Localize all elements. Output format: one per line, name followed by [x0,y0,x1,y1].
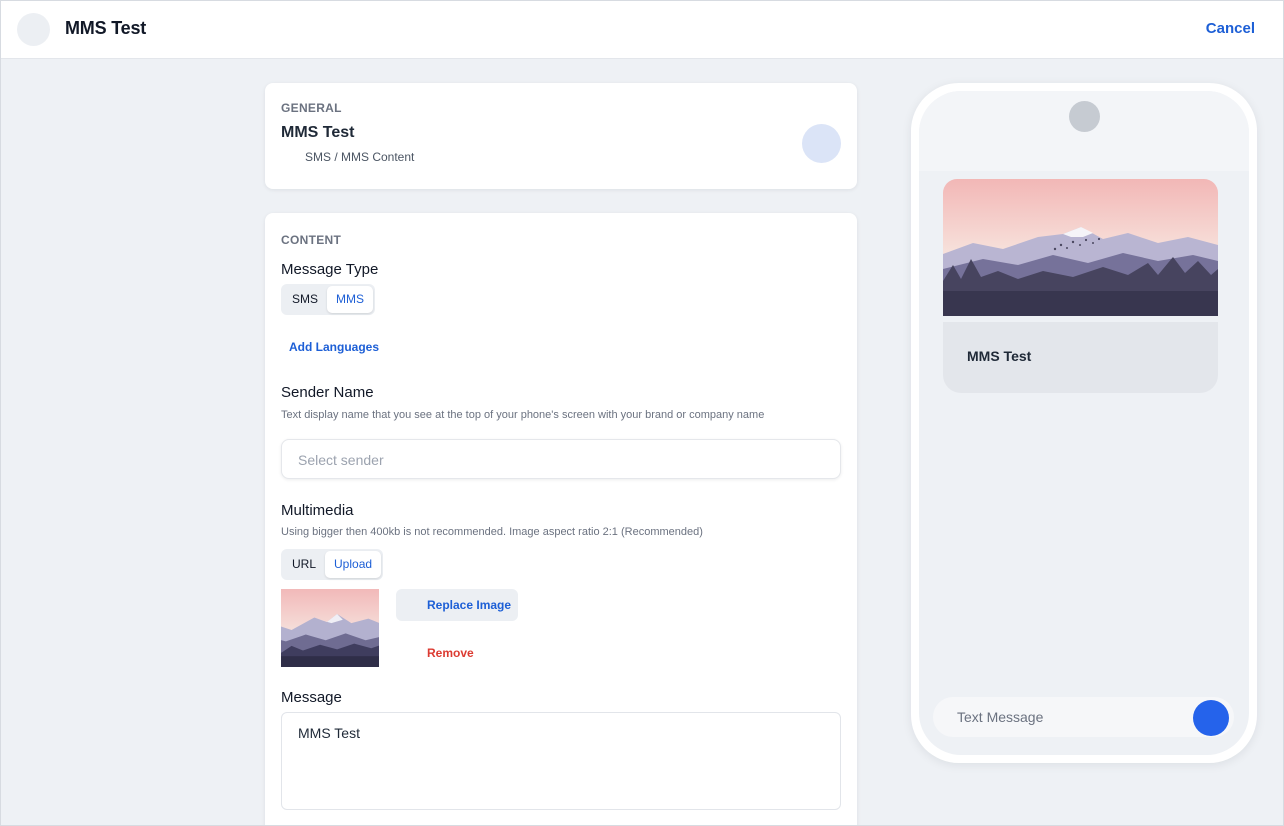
multimedia-hint: Using bigger then 400kb is not recommend… [281,526,703,538]
phone-screen: MMS Test Text Message [919,91,1249,755]
mms-preview-image [943,179,1218,316]
multimedia-url-tab[interactable]: URL [283,551,325,578]
contact-avatar [1069,101,1100,132]
content-type-label: SMS / MMS Content [305,150,415,164]
content-section-label: CONTENT [281,233,342,247]
remove-image-button[interactable]: Remove [427,646,474,660]
content-card: CONTENT Message Type SMS MMS Add Languag… [265,213,857,825]
multimedia-source-toggle: URL Upload [281,549,384,580]
back-button[interactable] [17,13,50,46]
cancel-button[interactable]: Cancel [1206,20,1255,37]
add-languages-link[interactable]: Add Languages [289,340,379,354]
message-type-toggle: SMS MMS [281,284,376,315]
phone-header [919,91,1249,171]
message-textarea[interactable]: MMS Test [281,712,841,810]
page-title: MMS Test [65,18,147,38]
replace-image-button[interactable]: Replace Image [396,589,518,621]
compose-bar: Text Message [933,697,1234,737]
general-card: GENERAL MMS Test SMS / MMS Content [265,83,857,189]
send-button[interactable] [1193,700,1229,736]
multimedia-upload-tab[interactable]: Upload [325,551,382,578]
multimedia-label: Multimedia [281,502,354,519]
phone-preview: MMS Test Text Message [911,83,1257,763]
message-type-sms[interactable]: SMS [283,286,327,313]
top-bar: MMS Test Cancel [1,1,1283,59]
message-type-mms[interactable]: MMS [327,286,374,313]
message-bubble: MMS Test [943,322,1218,393]
sender-select[interactable]: Select sender [281,439,841,479]
content-name: MMS Test [281,124,355,141]
sender-name-hint: Text display name that you see at the to… [281,409,765,421]
sender-name-label: Sender Name [281,384,374,401]
general-section-label: GENERAL [281,101,342,115]
message-label: Message [281,689,342,706]
uploaded-image-thumbnail [281,589,379,667]
message-type-label: Message Type [281,261,379,278]
content-icon[interactable] [802,124,841,163]
text-message-input[interactable]: Text Message [957,709,1043,725]
app-frame: MMS Test Cancel GENERAL MMS Test SMS / M… [0,0,1284,826]
